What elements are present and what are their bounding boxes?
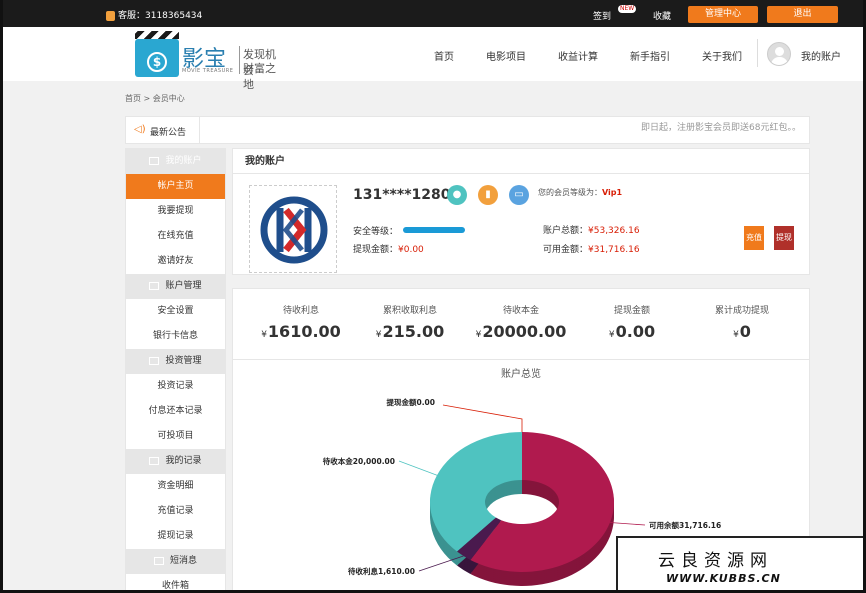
- favorite-link[interactable]: 收藏: [653, 9, 671, 22]
- security-level-bar: [403, 227, 465, 233]
- withdraw-value: ¥0.00: [398, 245, 424, 255]
- announcement-label-box: ◁) 最新公告: [126, 117, 200, 143]
- wallet-icon: [149, 156, 160, 165]
- phone-text: 客服：3118365434: [118, 11, 203, 21]
- user-logo: [249, 185, 337, 273]
- hx-logo-icon: [260, 196, 328, 264]
- nav-home[interactable]: 首页: [434, 48, 454, 63]
- phone-verify-icon[interactable]: ▮: [478, 185, 498, 205]
- user-verify-icon[interactable]: ●: [447, 185, 467, 205]
- username: 131****1280: [353, 187, 451, 203]
- sidebar-item-inbox[interactable]: 收件箱: [126, 574, 225, 593]
- account-card-title: 我的账户: [233, 149, 809, 174]
- announcement-bar: ◁) 最新公告 即日起，注册影宝会员即送68元红包。。: [125, 116, 810, 144]
- account-card: 我的账户 131****1280 ● ▮ ▭ 您的会员等级为：Vip1 安全等级…: [232, 148, 810, 275]
- sidebar-item-recharge[interactable]: 在线充值: [126, 224, 225, 249]
- mail-icon: [149, 281, 160, 290]
- moneybag-icon: [149, 356, 160, 365]
- sidebar-item-available-projects[interactable]: 可投项目: [126, 424, 225, 449]
- announcement-label: 最新公告: [150, 128, 187, 138]
- nav-beginner-guide[interactable]: 新手指引: [630, 48, 670, 63]
- logout-button[interactable]: 退出: [767, 6, 838, 23]
- slogan-line-2: 财富之地: [243, 62, 276, 91]
- nav-about-us[interactable]: 关于我们: [702, 48, 742, 63]
- sidebar-group-title: 我的记录: [165, 456, 202, 466]
- customer-service-phone: 客服：3118365434: [106, 8, 202, 21]
- logo-divider: [239, 46, 240, 74]
- speaker-icon: ◁): [134, 124, 146, 135]
- dollar-icon: $: [147, 52, 167, 72]
- header: $ 影宝 MOVIE TREASURE 发现机会 财富之地 首页 电影项目 收益…: [0, 27, 866, 91]
- sidebar-item-recharge-records[interactable]: 充值记录: [126, 499, 225, 524]
- sidebar-group-title: 短消息: [169, 556, 197, 566]
- manage-center-button[interactable]: 管理中心: [688, 6, 758, 23]
- nav-divider: [757, 39, 758, 67]
- watermark-text: 云良资源网: [658, 551, 773, 571]
- account-total: 账户总额：¥53,326.16: [543, 223, 640, 236]
- pie-slice-label: 待收利息1,610.00: [347, 566, 415, 576]
- available-value: ¥31,716.16: [588, 245, 640, 255]
- available-label: 可用金额：: [543, 245, 589, 255]
- sidebar-group-records: 我的记录: [126, 449, 225, 474]
- my-account-link[interactable]: 我的账户: [801, 48, 841, 63]
- sidebar: 我的账户 帐户主页 我要提现 在线充值 邀请好友 账户管理 安全设置 银行卡信息…: [125, 148, 226, 593]
- clapperboard-icon: $: [135, 31, 179, 77]
- sidebar-group-account-mgmt: 账户管理: [126, 274, 225, 299]
- sidebar-item-withdraw-records[interactable]: 提现记录: [126, 524, 225, 549]
- envelope-icon: [153, 556, 164, 565]
- sidebar-item-invite[interactable]: 邀请好友: [126, 249, 225, 274]
- pie-leader-line: [609, 522, 646, 526]
- nav-income-calc[interactable]: 收益计算: [558, 48, 598, 63]
- watermark-url: WWW.KUBBS.CN: [666, 572, 781, 585]
- breadcrumb[interactable]: 首页 > 会员中心: [125, 93, 185, 104]
- signin-link[interactable]: 签到: [593, 9, 611, 22]
- sidebar-group-messages: 短消息: [126, 549, 225, 574]
- recharge-button[interactable]: 充值: [744, 226, 764, 250]
- sidebar-group-my-account: 我的账户: [126, 149, 225, 174]
- withdraw-label: 提现金额：: [353, 245, 399, 255]
- sidebar-item-withdraw[interactable]: 我要提现: [126, 199, 225, 224]
- site-logo[interactable]: $ 影宝 MOVIE TREASURE 发现机会 财富之地: [135, 31, 285, 91]
- sidebar-item-fund-details[interactable]: 资金明细: [126, 474, 225, 499]
- pie-leader-line: [398, 460, 438, 476]
- total-label: 账户总额：: [543, 226, 589, 236]
- sidebar-item-repayment-records[interactable]: 付息还本记录: [126, 399, 225, 424]
- vip-level: 您的会员等级为：Vip1: [538, 187, 622, 198]
- pie-slice-label: 可用余额31,716.16: [649, 520, 721, 530]
- security-label: 安全等级：: [353, 227, 399, 237]
- vip-label-text: 您的会员等级为：: [538, 188, 602, 197]
- total-value: ¥53,326.16: [588, 226, 640, 236]
- brand-sub: MOVIE TREASURE: [182, 68, 234, 74]
- new-badge: NEW: [618, 5, 637, 13]
- watermark: 云良资源网 WWW.KUBBS.CN: [616, 536, 866, 593]
- announcement-text[interactable]: 即日起，注册影宝会员即送68元红包。。: [641, 120, 801, 133]
- sidebar-group-title: 投资管理: [165, 356, 202, 366]
- pie-slice-label: 待收本金20,000.00: [322, 456, 395, 466]
- pie-leader-line: [442, 404, 523, 432]
- records-icon: [149, 456, 160, 465]
- withdraw-amount: 提现金额：¥0.00: [353, 242, 424, 255]
- sidebar-item-security[interactable]: 安全设置: [126, 299, 225, 324]
- sidebar-group-title: 我的账户: [165, 156, 202, 166]
- phone-icon: [106, 10, 115, 21]
- sidebar-group-title: 账户管理: [165, 281, 202, 291]
- nav-movie-projects[interactable]: 电影项目: [486, 48, 526, 63]
- top-bar: 客服：3118365434 签到 NEW 收藏 管理中心 退出: [0, 0, 866, 27]
- bank-card-icon[interactable]: ▭: [509, 185, 529, 205]
- sidebar-item-invest-records[interactable]: 投资记录: [126, 374, 225, 399]
- available-amount: 可用金额：¥31,716.16: [543, 242, 640, 255]
- sidebar-item-bank-card[interactable]: 银行卡信息: [126, 324, 225, 349]
- sidebar-item-account-home[interactable]: 帐户主页: [126, 174, 225, 199]
- sidebar-group-investment: 投资管理: [126, 349, 225, 374]
- vip-level-value: Vip1: [602, 188, 623, 197]
- avatar[interactable]: [767, 42, 791, 66]
- pie-slice-label: 提现金额0.00: [386, 397, 435, 407]
- withdraw-button[interactable]: 提现: [774, 226, 794, 250]
